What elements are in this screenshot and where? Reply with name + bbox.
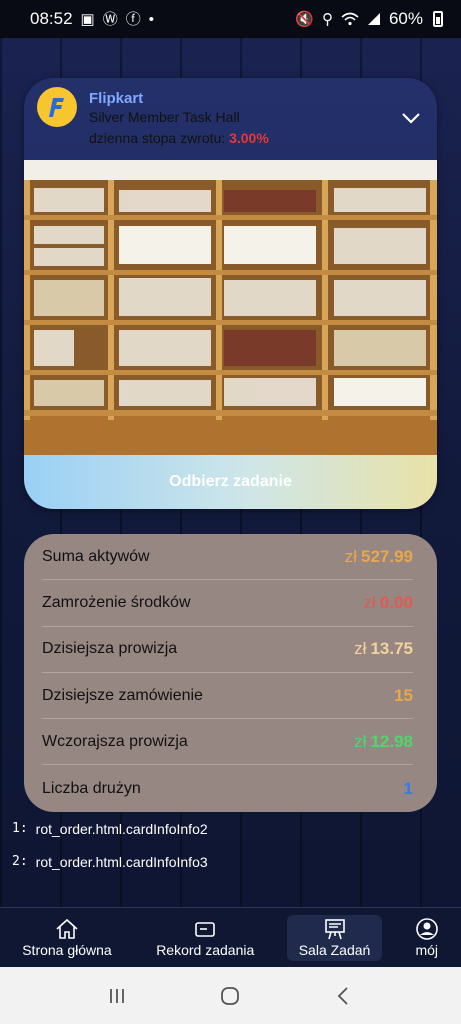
battery-percent: 60%	[388, 9, 423, 28]
stat-value: zł 12.98	[354, 731, 413, 751]
wordpress-icon: Ⓦ	[102, 10, 118, 28]
stats-panel: Suma aktywów zł 527.99 Zamrożenie środków…	[24, 534, 437, 812]
stat-label: Dzisiejsza prowizja	[42, 640, 178, 658]
stat-row: Dzisiejsza prowizja zł 13.75	[42, 627, 413, 673]
recents-icon[interactable]	[106, 985, 128, 1007]
nav-task-hall[interactable]: Sala Zadań	[286, 914, 383, 961]
product-card: Flipkart Silver Member Task Hall dzienna…	[24, 78, 437, 509]
nav-task-record[interactable]: Rekord zadania	[144, 915, 266, 961]
brand-name: Flipkart	[89, 90, 144, 107]
home-icon	[56, 918, 78, 939]
stat-label: Dzisiejsze zamówienie	[42, 686, 203, 704]
stat-label: Zamrożenie środków	[42, 593, 191, 611]
member-tier: Silver Member Task Hall	[89, 109, 240, 125]
list-item: 1: rot_order.html.cardInfoInfo2	[12, 820, 208, 837]
stat-value: zł 13.75	[354, 639, 413, 659]
card-header[interactable]: Flipkart Silver Member Task Hall dzienna…	[24, 78, 437, 158]
user-icon	[415, 917, 438, 940]
signal-icon	[367, 13, 380, 25]
stat-value: 1	[403, 778, 413, 798]
status-bar: 08:52 ▣ Ⓦ ⓕ • 🔇 ⚲ 60%	[0, 0, 461, 38]
stat-label: Suma aktywów	[42, 547, 150, 565]
stat-label: Liczba drużyn	[42, 779, 141, 797]
ticket-icon	[195, 921, 216, 937]
stat-row: Suma aktywów zł 527.99	[42, 534, 413, 581]
home-button-icon[interactable]	[219, 985, 241, 1007]
daily-rate: dzienna stopa zwrotu: 3.00%	[89, 130, 269, 146]
content-area: Flipkart Silver Member Task Hall dzienna…	[0, 38, 461, 908]
claim-task-button[interactable]: Odbierz zadanie	[24, 455, 437, 509]
easel-icon	[324, 918, 345, 939]
clock: 08:52	[30, 9, 73, 28]
nav-home[interactable]: Strona główna	[10, 915, 124, 961]
stat-value: zł 527.99	[344, 546, 413, 566]
image-icon: ▣	[80, 10, 95, 28]
stat-row: Liczba drużyn 1	[42, 765, 413, 811]
store-shelves-image	[24, 160, 437, 455]
back-icon[interactable]	[333, 985, 355, 1007]
stat-label: Wczorajsza prowizja	[42, 732, 188, 750]
mute-icon: 🔇	[295, 10, 314, 28]
flipkart-logo-icon	[37, 87, 77, 127]
daily-rate-value: 3.00%	[229, 130, 269, 146]
stat-value: zł 0.00	[363, 592, 413, 612]
bottom-nav: Strona główna Rekord zadania Sala Zadań …	[0, 907, 461, 967]
location-icon: ⚲	[321, 10, 333, 28]
wifi-icon	[341, 12, 359, 26]
stat-value: 15	[394, 685, 413, 705]
battery-icon	[433, 11, 443, 27]
list-item: 2: rot_order.html.cardInfoInfo3	[12, 853, 208, 870]
nav-mine[interactable]: mój	[403, 915, 451, 961]
stat-row: Zamrożenie środków zł 0.00	[42, 580, 413, 627]
chevron-down-icon[interactable]	[401, 110, 421, 126]
dot-icon: •	[148, 10, 155, 28]
facebook-icon: ⓕ	[125, 10, 141, 28]
info-notes: 1: rot_order.html.cardInfoInfo2 2: rot_o…	[12, 812, 208, 878]
stat-row: Dzisiejsze zamówienie 15	[42, 673, 413, 720]
daily-rate-label: dzienna stopa zwrotu:	[89, 130, 230, 146]
stat-row: Wczorajsza prowizja zł 12.98	[42, 719, 413, 766]
system-nav-bar	[0, 967, 461, 1024]
